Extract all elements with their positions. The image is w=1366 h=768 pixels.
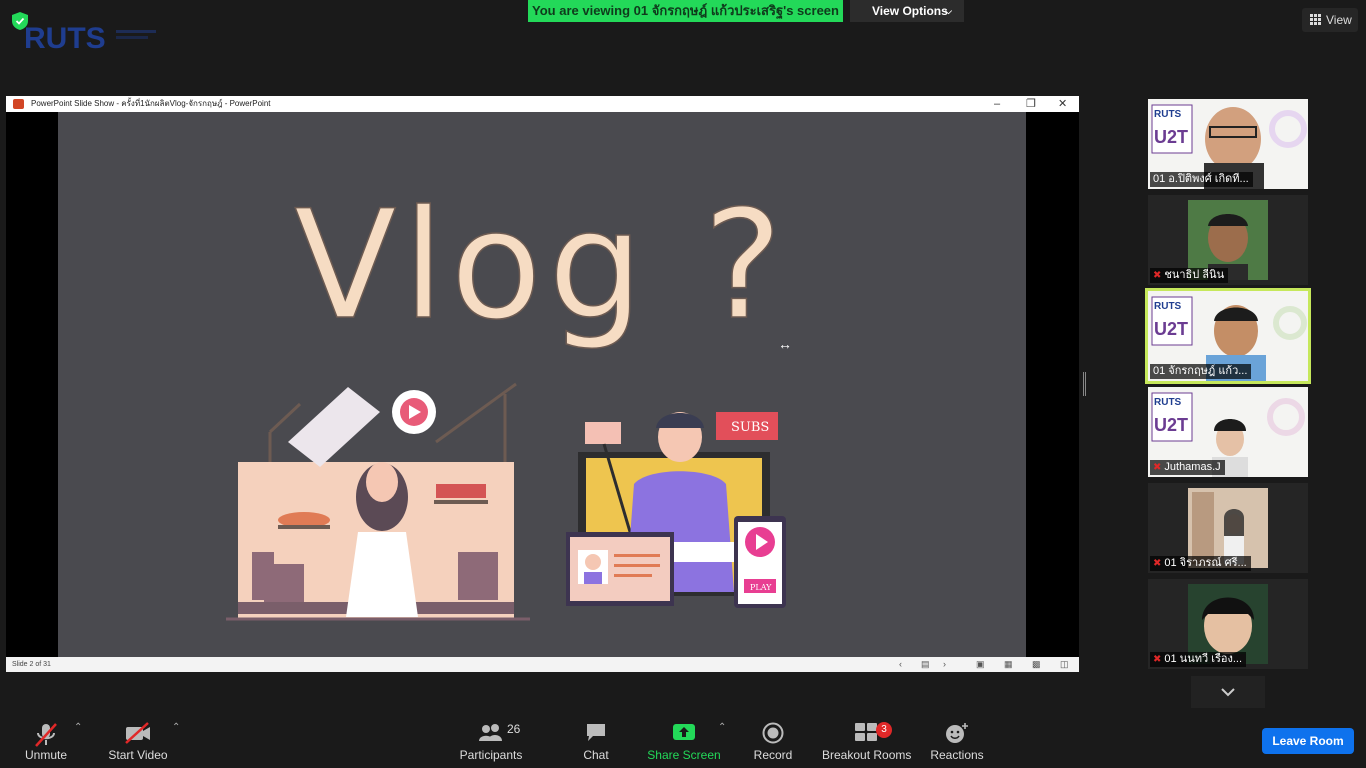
svg-text:U2T: U2T — [1154, 319, 1188, 339]
record-icon — [762, 722, 784, 744]
video-camera-off-icon — [125, 722, 150, 744]
chat-label: Chat — [583, 748, 609, 762]
share-screen-label: Share Screen — [647, 748, 721, 762]
reading-view-icon[interactable]: ▩ — [1032, 657, 1041, 672]
breakout-rooms-label: Breakout Rooms — [822, 748, 912, 762]
panel-resize-handle[interactable] — [1083, 372, 1086, 396]
record-button[interactable]: Record — [750, 716, 796, 768]
svg-text:U2T: U2T — [1154, 415, 1188, 435]
svg-text:U2T: U2T — [1154, 127, 1188, 147]
participant-name: ✖ 01 จิราภรณ์ ศรี... — [1150, 556, 1251, 571]
meeting-toolbar: Unmute ⌃ Start Video ⌃ 26 Participants C… — [0, 708, 1366, 768]
record-label: Record — [753, 748, 793, 762]
participant-tile[interactable]: ✖ 01 นนทวี เรือง... — [1148, 579, 1308, 669]
close-icon[interactable]: ✕ — [1058, 96, 1067, 112]
svg-text:RUTS: RUTS — [1154, 109, 1182, 120]
shared-powerpoint-window[interactable]: PowerPoint Slide Show - ครั้งที่1นักผลิต… — [6, 96, 1079, 672]
participant-tile[interactable]: RUTS U2T 01 อ.ปิติพงศ์ เกิดที่... — [1148, 99, 1308, 189]
participant-name: 01 จักรกฤษฎ์ แก้ว... — [1150, 364, 1252, 379]
participants-button[interactable]: 26 Participants — [456, 716, 526, 768]
mic-muted-icon: ✖ — [1153, 462, 1162, 473]
chat-button[interactable]: Chat — [576, 716, 616, 768]
unmute-label: Unmute — [24, 748, 68, 762]
slide-menu-icon[interactable]: ▤ — [921, 657, 930, 672]
play-label: PLAY — [750, 583, 772, 592]
ruts-logo: RUTS — [24, 22, 156, 54]
reactions-smiley-icon — [946, 723, 968, 743]
view-options-label: View Options — [872, 4, 948, 18]
slide-canvas: Vlog ? SUBS PLAY ↔ — [58, 112, 1026, 657]
slide-counter: Slide 2 of 31 — [12, 661, 51, 668]
vlogger-woman-illustration — [226, 382, 530, 621]
viewing-screen-banner: You are viewing 01 จักรกฤษฎ์ แก้วประเสริ… — [528, 0, 843, 22]
reactions-button[interactable]: Reactions — [928, 716, 986, 768]
minimize-icon[interactable]: – — [994, 96, 1000, 112]
ppt-status-bar: Slide 2 of 31 ‹ ▤ › ▣ ▦ ▩ ◫ — [6, 657, 1079, 672]
unmute-button[interactable]: Unmute — [14, 716, 78, 768]
audio-options-caret-icon[interactable]: ⌃ — [74, 722, 82, 733]
mic-muted-icon: ✖ — [1153, 558, 1162, 569]
svg-text:RUTS: RUTS — [1154, 397, 1182, 408]
start-video-button[interactable]: Start Video — [102, 716, 174, 768]
participant-tile[interactable]: RUTS U2T ✖ Juthamas.J — [1148, 387, 1308, 477]
participants-label: Participants — [459, 748, 523, 762]
resize-cursor-icon: ↔ — [778, 336, 792, 352]
slide-sorter-icon[interactable]: ▦ — [1004, 657, 1013, 672]
participant-tile[interactable]: ✖ 01 จิราภรณ์ ศรี... — [1148, 483, 1308, 573]
participant-tile[interactable]: ✖ ชนาธิป ลีนิน — [1148, 195, 1308, 285]
ppt-title-bar: PowerPoint Slide Show - ครั้งที่1นักผลิต… — [6, 96, 1079, 112]
participant-name: 01 อ.ปิติพงศ์ เกิดที่... — [1150, 172, 1253, 187]
powerpoint-icon — [13, 99, 24, 109]
subs-label: SUBS — [731, 420, 769, 435]
breakout-rooms-button[interactable]: 3 Breakout Rooms — [822, 716, 912, 768]
chevron-down-icon — [1221, 688, 1235, 697]
slide-heading: Vlog ? — [294, 179, 789, 353]
vlogger-man-illustration: SUBS PLAY — [566, 412, 786, 608]
leave-room-button[interactable]: Leave Room — [1262, 728, 1354, 754]
breakout-rooms-icon — [855, 723, 877, 741]
video-options-caret-icon[interactable]: ⌃ — [172, 722, 180, 733]
participant-tile-active-speaker[interactable]: RUTS U2T 01 จักรกฤษฎ์ แก้ว... — [1145, 288, 1311, 384]
zoom-meeting-window: RUTS You are viewing 01 จักรกฤษฎ์ แก้วปร… — [0, 0, 1366, 768]
restore-icon[interactable]: ❐ — [1026, 96, 1036, 112]
svg-text:RUTS: RUTS — [1154, 301, 1182, 312]
participant-name: ✖ ชนาธิป ลีนิน — [1150, 268, 1229, 283]
share-options-caret-icon[interactable]: ⌃ — [718, 722, 726, 733]
participant-name: ✖ 01 นนทวี เรือง... — [1150, 652, 1247, 667]
breakout-rooms-badge: 3 — [876, 722, 892, 738]
grid-icon — [1310, 14, 1321, 25]
view-options-button[interactable]: View Options ⌵ — [850, 0, 964, 22]
slideshow-view-icon[interactable]: ◫ — [1060, 657, 1069, 672]
mic-muted-icon: ✖ — [1153, 654, 1162, 665]
reactions-label: Reactions — [930, 748, 984, 762]
ruts-logo-text: RUTS — [24, 22, 106, 54]
mic-muted-icon: ✖ — [1153, 270, 1162, 281]
ppt-window-title: PowerPoint Slide Show - ครั้งที่1นักผลิต… — [31, 99, 271, 108]
participants-icon — [479, 724, 502, 741]
share-screen-button[interactable]: Share Screen — [646, 716, 722, 768]
previous-slide-icon[interactable]: ‹ — [899, 657, 902, 672]
start-video-label: Start Video — [108, 748, 168, 762]
participants-scroll-down-button[interactable] — [1191, 676, 1265, 708]
chevron-down-icon: ⌵ — [945, 6, 952, 16]
normal-view-icon[interactable]: ▣ — [976, 657, 985, 672]
microphone-muted-icon — [35, 723, 57, 747]
chat-bubble-icon — [587, 724, 605, 741]
next-slide-icon[interactable]: › — [943, 657, 946, 672]
view-button[interactable]: View — [1302, 8, 1358, 32]
view-label: View — [1326, 13, 1352, 27]
participants-count: 26 — [507, 722, 521, 736]
share-screen-icon — [673, 724, 695, 740]
slide-illustration: Vlog ? SUBS PLAY ↔ — [226, 178, 792, 621]
participant-name: ✖ Juthamas.J — [1150, 460, 1225, 475]
